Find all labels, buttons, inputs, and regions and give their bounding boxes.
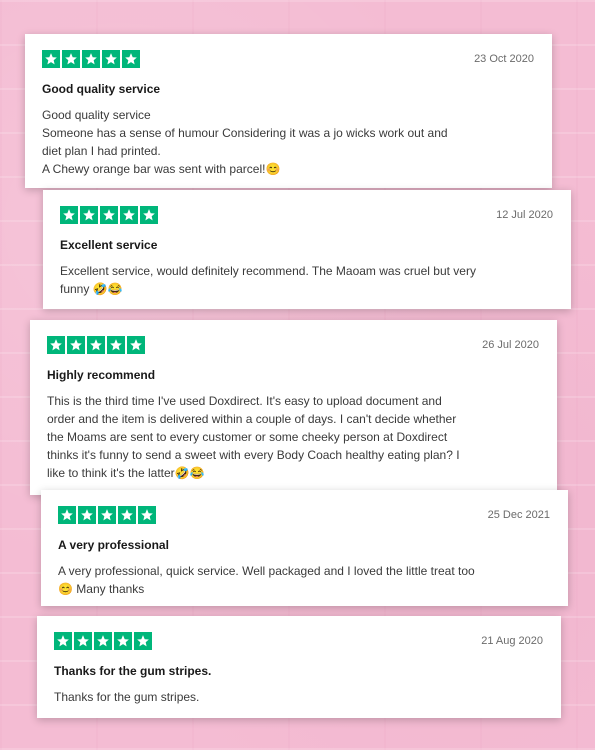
star-icon xyxy=(74,632,92,650)
review-date: 26 Jul 2020 xyxy=(482,339,539,351)
review-date: 23 Oct 2020 xyxy=(474,53,534,65)
review-line: Excellent service, would definitely reco… xyxy=(60,264,476,278)
review-line: Thanks for the gum stripes. xyxy=(54,690,200,704)
star-icon xyxy=(98,506,116,524)
review-body: Thanks for the gum stripes. xyxy=(54,688,543,706)
review-body: This is the third time I've used Doxdire… xyxy=(47,392,539,482)
review-date: 25 Dec 2021 xyxy=(487,509,550,521)
review-card: 26 Jul 2020 Highly recommend This is the… xyxy=(30,320,557,495)
star-icon xyxy=(67,336,85,354)
review-card: 25 Dec 2021 A very professional A very p… xyxy=(41,490,568,606)
star-icon xyxy=(78,506,96,524)
review-body: A very professional, quick service. Well… xyxy=(58,562,550,598)
review-line: thinks it's funny to send a sweet with e… xyxy=(47,448,460,462)
review-date: 12 Jul 2020 xyxy=(496,209,553,221)
star-rating xyxy=(42,50,534,68)
review-title: Good quality service xyxy=(42,82,161,96)
star-icon xyxy=(82,50,100,68)
star-icon xyxy=(122,50,140,68)
star-icon xyxy=(120,206,138,224)
star-icon xyxy=(114,632,132,650)
star-icon xyxy=(87,336,105,354)
review-body: Good quality service Someone has a sense… xyxy=(42,106,534,178)
review-card: 12 Jul 2020 Excellent service Excellent … xyxy=(43,190,571,309)
star-icon xyxy=(47,336,65,354)
star-icon xyxy=(54,632,72,650)
review-line: This is the third time I've used Doxdire… xyxy=(47,394,442,408)
review-line: order and the item is delivered within a… xyxy=(47,412,457,426)
star-rating xyxy=(58,506,550,524)
star-icon xyxy=(107,336,125,354)
star-rating xyxy=(54,632,543,650)
review-line: the Moams are sent to every customer or … xyxy=(47,430,448,444)
review-title: Excellent service xyxy=(60,238,158,252)
star-icon xyxy=(94,632,112,650)
review-title: Thanks for the gum stripes. xyxy=(54,664,212,678)
star-icon xyxy=(138,506,156,524)
review-line: Someone has a sense of humour Considerin… xyxy=(42,126,448,140)
review-line: 😊 Many thanks xyxy=(58,582,145,596)
star-icon xyxy=(60,206,78,224)
review-body: Excellent service, would definitely reco… xyxy=(60,262,553,298)
star-icon xyxy=(102,50,120,68)
review-date: 21 Aug 2020 xyxy=(481,635,543,647)
review-line: A very professional, quick service. Well… xyxy=(58,564,475,578)
star-icon xyxy=(140,206,158,224)
star-icon xyxy=(118,506,136,524)
review-line: funny 🤣😂 xyxy=(60,282,123,296)
review-line: A Chewy orange bar was sent with parcel!… xyxy=(42,162,281,176)
star-icon xyxy=(80,206,98,224)
review-line: like to think it's the latter🤣😂 xyxy=(47,466,205,480)
star-rating xyxy=(60,206,553,224)
review-card: 23 Oct 2020 Good quality service Good qu… xyxy=(25,34,552,188)
star-icon xyxy=(62,50,80,68)
review-title: A very professional xyxy=(58,538,169,552)
star-rating xyxy=(47,336,539,354)
review-line: diet plan I had printed. xyxy=(42,144,161,158)
review-line: Good quality service xyxy=(42,108,151,122)
review-title: Highly recommend xyxy=(47,368,156,382)
star-icon xyxy=(134,632,152,650)
star-icon xyxy=(100,206,118,224)
star-icon xyxy=(127,336,145,354)
star-icon xyxy=(42,50,60,68)
star-icon xyxy=(58,506,76,524)
review-card: 21 Aug 2020 Thanks for the gum stripes. … xyxy=(37,616,561,718)
